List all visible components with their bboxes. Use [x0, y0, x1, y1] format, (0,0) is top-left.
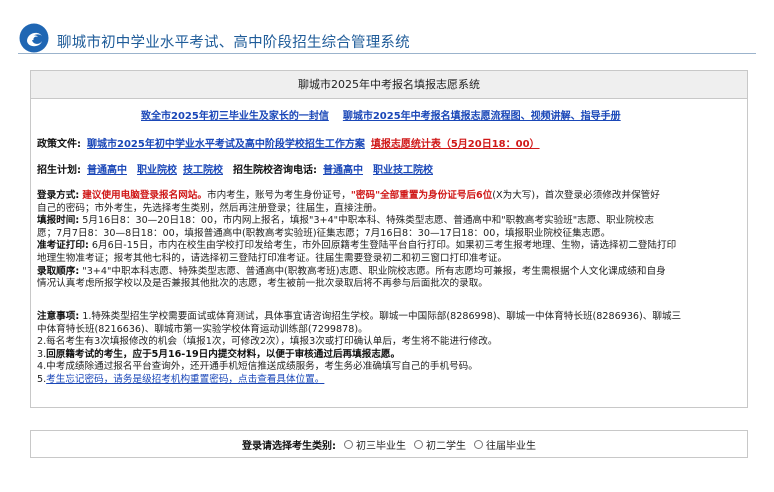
phone-link-vocational[interactable]: 职业技工院校	[373, 165, 433, 176]
category-selector-box: 登录请选择考生类别: 初三毕业生 初二学生 往届毕业生	[30, 430, 748, 458]
schedule-link[interactable]: 填报志愿统计表（5月20日18：00）	[371, 139, 540, 150]
radio-icon[interactable]	[414, 439, 423, 449]
plan-link-technical[interactable]: 技工院校	[183, 165, 223, 176]
policy-row: 政策文件: 聊城市2025年初中学业水平考试及高中阶段学校招生工作方案 填报志愿统计…	[37, 138, 540, 151]
radio-previous-grad[interactable]: 往届毕业生	[474, 437, 536, 452]
plans-label: 招生计划:	[37, 165, 81, 176]
radio-icon[interactable]	[344, 439, 353, 449]
policy-doc-link[interactable]: 聊城市2025年初中学业水平考试及高中阶段学校招生工作方案	[87, 139, 365, 150]
radio-grade8[interactable]: 初二学生	[414, 437, 466, 452]
site-title: 聊城市初中学业水平考试、高中阶段招生综合管理系统	[57, 35, 410, 51]
policy-label: 政策文件:	[37, 139, 81, 150]
forgot-password-link[interactable]: 考生忘记密码，请务是级招考机构重置密码，点击查看具体位置。	[46, 374, 324, 385]
phone-link-highschool[interactable]: 普通高中	[323, 165, 363, 176]
radio-grade9[interactable]: 初三毕业生	[344, 437, 406, 452]
info-block: 登录方式: 建议使用电脑登录报名网站。市内考生，账号为考生身份证号，"密码"全部…	[37, 190, 677, 290]
main-panel: 聊城市2025年中考报名填报志愿系统 致全市2025年初三毕业生及家长的一封信聊…	[30, 70, 748, 408]
radio-icon[interactable]	[474, 439, 483, 449]
plan-link-highschool[interactable]: 普通高中	[87, 165, 127, 176]
notes-label: 注意事项:	[37, 311, 80, 322]
top-links-row: 致全市2025年初三毕业生及家长的一封信 聊城市2025年中考报名填报志愿流程图、…	[141, 110, 621, 123]
letter-link[interactable]: 致全市2025年初三毕业生及家长的一封信	[141, 111, 329, 122]
site-header: 聊城市初中学业水平考试、高中阶段招生综合管理系统	[0, 0, 774, 56]
notes-block: 注意事项: 1.特殊类型招生学校需要面试或体育测试，具体事宜请咨询招生学校。聊城…	[37, 311, 682, 385]
fill-time-label: 填报时间:	[37, 215, 80, 227]
login-label: 登录方式:	[37, 190, 80, 201]
header-divider	[18, 53, 756, 54]
swirl-logo-icon	[19, 23, 49, 53]
category-selector: 登录请选择考生类别: 初三毕业生 初二学生 往届毕业生	[31, 431, 747, 457]
plans-row: 招生计划: 普通高中 职业院校 技工院校 招生院校咨询电话: 普通高中 职业技工院校	[37, 164, 433, 177]
plan-link-vocational[interactable]: 职业院校	[137, 165, 177, 176]
admit-order-label: 录取顺序:	[37, 265, 80, 277]
phone-label: 招生院校咨询电话:	[233, 165, 317, 176]
category-label: 登录请选择考生类别:	[242, 440, 336, 452]
panel-title: 聊城市2025年中考报名填报志愿系统	[31, 71, 747, 99]
print-label: 准考证打印:	[37, 240, 89, 252]
guide-link[interactable]: 聊城市2025年中考报名填报志愿流程图、视频讲解、指导手册	[343, 111, 621, 122]
